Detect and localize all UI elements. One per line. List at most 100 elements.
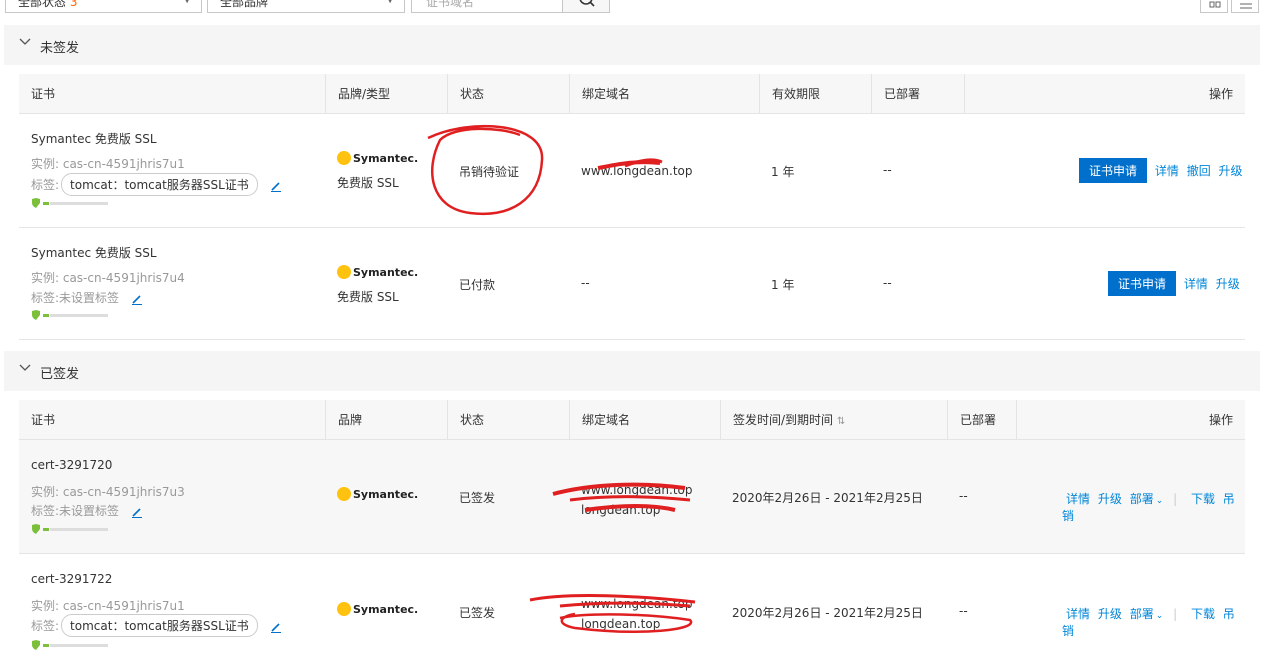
cert-name: cert-3291720: [31, 458, 113, 472]
bound-domain: www.longdean.top: [581, 597, 693, 611]
details-link[interactable]: 详情: [1066, 492, 1090, 506]
tag-label: 标签:: [31, 619, 60, 633]
status-text: 已签发: [459, 606, 496, 620]
bound-domain: --: [581, 276, 590, 290]
list-view-button[interactable]: [1231, 0, 1259, 13]
checkmark-icon: [337, 602, 351, 616]
chevron-down-icon: [19, 364, 31, 371]
status-text: 已签发: [459, 491, 496, 505]
details-link[interactable]: 详情: [1155, 164, 1179, 178]
table-row: Symantec 免费版 SSL 实例: cas-cn-4591jhris7u1…: [19, 114, 1245, 228]
instance-id: 实例: cas-cn-4591jhris7u1: [31, 599, 185, 613]
chevron-down-icon: ⌄: [1155, 611, 1164, 621]
edit-pencil-icon[interactable]: [270, 180, 282, 192]
bound-domain: www.longdean.top: [581, 483, 693, 497]
status-text: 已付款: [459, 278, 496, 292]
download-link[interactable]: 下载: [1191, 492, 1215, 506]
details-link[interactable]: 详情: [1184, 277, 1208, 291]
list-icon: [1240, 3, 1252, 9]
apply-cert-button[interactable]: 证书申请: [1108, 271, 1177, 296]
tag-line: 标签:未设置标签: [31, 502, 143, 519]
brand-cell: Symantec. 免费版 SSL: [337, 151, 418, 191]
grid-view-button[interactable]: [1200, 0, 1228, 13]
withdraw-link[interactable]: 撤回: [1187, 164, 1211, 178]
column-header-sortable[interactable]: 签发时间/到期时间 ⇅: [720, 400, 947, 440]
checkmark-icon: [337, 265, 351, 279]
column-header: 操作: [1016, 400, 1245, 440]
cert-name: Symantec 免费版 SSL: [31, 246, 157, 260]
tag-chip: tomcat：tomcat服务器SSL证书: [61, 614, 258, 637]
edit-pencil-icon[interactable]: [131, 506, 143, 518]
brand-cell: Symantec.: [337, 602, 418, 619]
validity-period: 1 年: [771, 278, 795, 292]
issue-expiry-dates: 2020年2月26日 - 2021年2月25日: [732, 491, 923, 505]
bound-domain: www.longdean.top: [581, 164, 693, 178]
security-level-icon: [32, 198, 108, 208]
status-filter-select[interactable]: 全部状态 3 ▼: [5, 0, 202, 13]
edit-pencil-icon[interactable]: [131, 293, 143, 305]
deploy-dropdown[interactable]: 部署: [1130, 607, 1154, 621]
deployed-status: --: [883, 163, 892, 177]
instance-id: 实例: cas-cn-4591jhris7u1: [31, 157, 185, 171]
search-button[interactable]: [562, 0, 610, 13]
deployed-status: --: [959, 489, 968, 503]
table-row: Symantec 免费版 SSL 实例: cas-cn-4591jhris7u4…: [19, 228, 1245, 340]
cert-name: cert-3291722: [31, 572, 113, 586]
security-level-icon: [32, 310, 108, 320]
upgrade-link[interactable]: 升级: [1098, 607, 1122, 621]
symantec-logo: Symantec.: [337, 151, 418, 165]
download-link[interactable]: 下载: [1191, 607, 1215, 621]
tag-label: 标签:: [31, 178, 60, 192]
brand-filter-value: 全部品牌: [220, 0, 269, 9]
column-header: 有效期限: [759, 74, 871, 114]
deployed-status: --: [959, 604, 968, 618]
instance-id: 实例: cas-cn-4591jhris7u3: [31, 485, 185, 499]
column-header-label: 签发时间/到期时间: [733, 413, 834, 427]
validity-period: 1 年: [771, 165, 795, 179]
column-header: 已部署: [947, 400, 1016, 440]
bound-domains: www.longdean.top longdean.top: [581, 480, 693, 520]
filter-bar: 全部状态 3 ▼ 全部品牌 ▼ 证书域名: [0, 0, 1264, 14]
bound-domain: longdean.top: [581, 617, 661, 631]
section-title: 未签发: [40, 41, 80, 56]
brand-cell: Symantec.: [337, 487, 418, 504]
column-header: 状态: [447, 74, 569, 114]
cert-type: 免费版 SSL: [337, 176, 399, 190]
row-actions: 证书申请 详情 撤回 升级: [1079, 158, 1243, 183]
status-filter-value: 全部状态: [18, 0, 67, 9]
symantec-logo: Symantec.: [337, 487, 418, 501]
upgrade-link[interactable]: 升级: [1098, 492, 1122, 506]
symantec-logo: Symantec.: [337, 265, 418, 279]
deploy-dropdown[interactable]: 部署: [1130, 492, 1154, 506]
column-header: 已部署: [871, 74, 964, 114]
section-header-signed[interactable]: 已签发: [4, 351, 1260, 391]
deployed-status: --: [883, 276, 892, 290]
search-icon: [579, 0, 595, 7]
tag-label: 标签:未设置标签: [31, 291, 120, 305]
edit-pencil-icon[interactable]: [270, 621, 282, 633]
security-level-icon: [32, 640, 108, 650]
chevron-down-icon: ⌄: [1155, 496, 1164, 506]
chevron-down-icon: [19, 38, 31, 45]
brand-filter-select[interactable]: 全部品牌 ▼: [207, 0, 405, 13]
symantec-logo: Symantec.: [337, 602, 418, 616]
apply-cert-button[interactable]: 证书申请: [1079, 158, 1148, 183]
table-row: cert-3291722 实例: cas-cn-4591jhris7u1 标签:…: [19, 554, 1245, 668]
table-header: 证书 品牌 状态 绑定域名 签发时间/到期时间 ⇅ 已部署 操作: [19, 400, 1245, 440]
column-header: 品牌: [325, 400, 447, 440]
section-header-unsigned[interactable]: 未签发: [4, 25, 1260, 65]
status-count-badge: 3: [69, 0, 78, 9]
search-input[interactable]: 证书域名: [411, 0, 563, 13]
cert-type: 免费版 SSL: [337, 290, 399, 304]
column-header: 绑定域名: [569, 74, 759, 114]
column-header: 状态: [447, 400, 569, 440]
search-placeholder: 证书域名: [426, 0, 475, 9]
upgrade-link[interactable]: 升级: [1219, 164, 1243, 178]
row-actions: 详情 升级 部署 ⌄ | 下载 吊销: [1062, 490, 1245, 524]
divider: |: [1173, 492, 1178, 506]
column-header: 操作: [964, 74, 1245, 114]
column-header: 证书: [31, 413, 56, 427]
issue-expiry-dates: 2020年2月26日 - 2021年2月25日: [732, 606, 923, 620]
upgrade-link[interactable]: 升级: [1216, 277, 1240, 291]
details-link[interactable]: 详情: [1066, 607, 1090, 621]
